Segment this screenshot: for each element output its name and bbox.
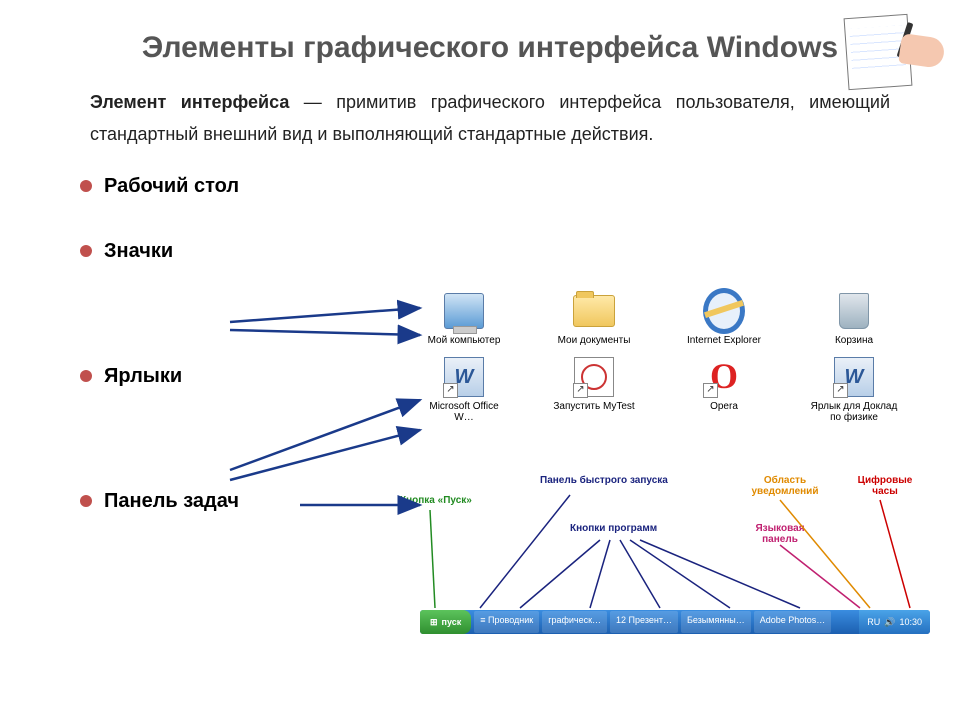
taskbar-button: ≡ Проводник [474,611,539,633]
recycle-bin-icon: Корзина [810,290,898,346]
my-documents-icon: Мои документы [550,290,638,346]
icons-row-2: W↗ Microsoft Office W… ↗ Запустить MyTes… [420,356,910,423]
bullet-label: Значки [104,240,173,263]
icon-label: Opera [710,401,738,412]
shortcut-arrow-icon: ↗ [703,383,718,398]
opera-shortcut-icon: O↗ Opera [680,356,768,423]
bullet-dot-icon [80,370,92,382]
bullet-dot-icon [80,495,92,507]
icon-label: Мой компьютер [428,335,501,346]
system-tray: RU 🔊 10:30 [859,610,930,634]
icons-row-1: Мой компьютер Мои документы Internet Exp… [420,290,910,346]
taskbar-button: Безымянны… [681,611,751,633]
my-computer-icon: Мой компьютер [420,290,508,346]
icon-label: Internet Explorer [687,335,761,346]
taskbar: ⊞пуск ≡ Проводник грaфическ… 12 Презент…… [420,610,930,634]
bullet-label: Рабочий стол [104,175,239,198]
icon-label: Microsoft Office W… [420,401,508,423]
notepad-illustration [838,14,938,94]
icon-label: Мои документы [558,335,631,346]
shortcut-arrow-icon: ↗ [833,383,848,398]
ie-icon: Internet Explorer [680,290,768,346]
label-language-panel: Языковая панель [740,523,820,545]
bullet-dot-icon [80,180,92,192]
bullet-label: Панель задач [104,490,239,513]
taskbar-button: Adobe Photos… [754,611,832,633]
mytest-shortcut-icon: ↗ Запустить MyTest [550,356,638,423]
taskbar-button: грaфическ… [542,611,607,633]
icon-label: Корзина [835,335,873,346]
tray-lang: RU [867,617,880,627]
bullet-icons: Значки [80,240,900,263]
shortcut-arrow-icon: ↗ [573,383,588,398]
icon-label: Ярлык для Доклад по физике [810,401,898,423]
ms-word-shortcut-icon: W↗ Microsoft Office W… [420,356,508,423]
start-button: ⊞пуск [420,610,471,634]
label-notification-area: Область уведомлений [740,475,830,497]
icon-label: Запустить MyTest [553,401,634,412]
bullet-dot-icon [80,245,92,257]
definition-term: Элемент интерфейса [90,92,289,112]
label-quick-launch: Панель быстрого запуска [540,475,668,486]
bullet-desktop: Рабочий стол [80,175,900,198]
label-start-button: Кнопка «Пуск» [400,495,472,506]
label-digital-clock: Цифровые часы [850,475,920,497]
definition-text: Элемент интерфейса — примитив графическо… [90,86,890,151]
tray-clock: 10:30 [899,617,922,627]
label-program-buttons: Кнопки программ [570,523,657,534]
taskbar-button: 12 Презент… [610,611,678,633]
start-label: пуск [442,617,462,627]
shortcut-arrow-icon: ↗ [443,383,458,398]
doc-shortcut-icon: W↗ Ярлык для Доклад по физике [810,356,898,423]
slide-title: Элементы графического интерфейса Windows [80,30,900,66]
bullet-label: Ярлыки [104,365,182,388]
desktop-icons-area: Мой компьютер Мои документы Internet Exp… [420,290,910,433]
